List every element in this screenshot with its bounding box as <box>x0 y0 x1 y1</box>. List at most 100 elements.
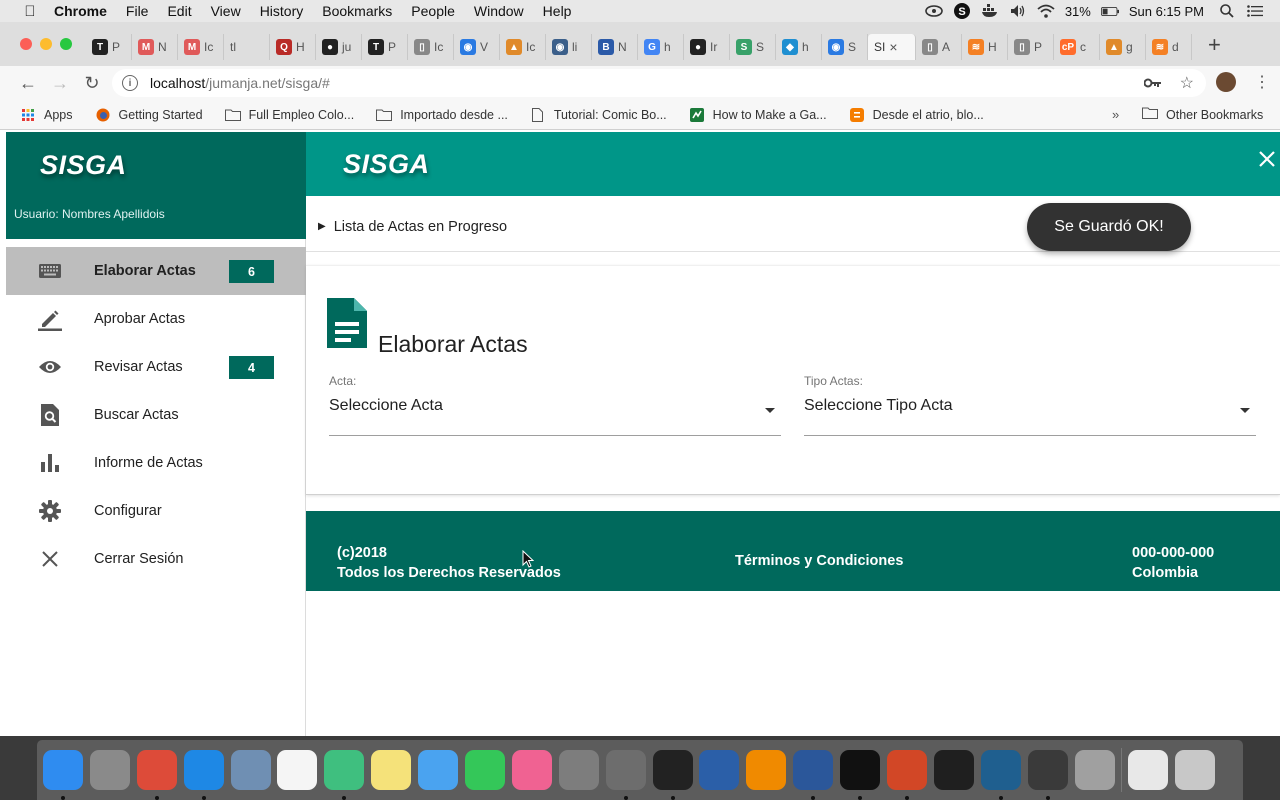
browser-tab[interactable]: ▲ g <box>1100 34 1146 60</box>
dock-terminal-icon[interactable] <box>840 750 881 800</box>
dock-itunes-icon[interactable] <box>511 750 552 790</box>
bookmark-star-icon[interactable]: ☆ <box>1180 73 1194 93</box>
sidebar-item-revisar-actas[interactable]: Revisar Actas 4 <box>6 343 306 391</box>
bookmark-how-to-make[interactable]: How to Make a Ga... <box>689 107 827 122</box>
dock-powerpoint-icon[interactable] <box>887 750 928 800</box>
browser-tab[interactable]: ▯ Ic <box>408 34 454 60</box>
window-minimize-button[interactable] <box>40 38 52 50</box>
menu-file[interactable]: File <box>126 3 149 19</box>
sidebar-item-cerrar-sesion[interactable]: Cerrar Sesión <box>6 535 306 583</box>
dock-vlc-icon[interactable] <box>746 750 787 790</box>
menubar-clock[interactable]: Sun 6:15 PM <box>1129 4 1204 19</box>
skype-status-icon[interactable]: S <box>953 3 971 19</box>
tab-close-icon[interactable]: × <box>889 39 897 55</box>
browser-tab[interactable]: ▲ Ic <box>500 34 546 60</box>
browser-tab[interactable]: ◉ li <box>546 34 592 60</box>
menu-help[interactable]: Help <box>543 3 572 19</box>
dock-sourcetree-icon[interactable] <box>699 750 740 790</box>
sidebar-item-configurar[interactable]: Configurar <box>6 487 306 535</box>
window-zoom-button[interactable] <box>60 38 72 50</box>
browser-tab[interactable]: QH <box>270 34 316 60</box>
menu-people[interactable]: People <box>411 3 455 19</box>
browser-tab[interactable]: ▯ P <box>1008 34 1054 60</box>
address-bar[interactable]: i localhost/jumanja.net/sisga/# ☆ <box>112 69 1206 97</box>
menu-app-chrome[interactable]: Chrome <box>54 3 107 19</box>
browser-tab[interactable]: ● Ir <box>684 34 730 60</box>
bookmark-apps[interactable]: Apps <box>20 108 73 122</box>
dock-safari-icon[interactable] <box>183 750 224 800</box>
dock-mysql-workbench-icon[interactable] <box>980 750 1021 800</box>
dock-trash-icon[interactable] <box>1175 750 1216 790</box>
browser-tab[interactable]: ● ju <box>316 34 362 60</box>
browser-tab[interactable]: ◉ V <box>454 34 500 60</box>
browser-tab[interactable]: ◉ S <box>822 34 868 60</box>
dock-atom-icon[interactable] <box>324 750 365 800</box>
sidebar-item-aprobar-actas[interactable]: Aprobar Actas <box>6 295 306 343</box>
chrome-menu-icon[interactable]: ⋮ <box>1254 72 1270 92</box>
menu-bookmarks[interactable]: Bookmarks <box>322 3 392 19</box>
dock-photos-icon[interactable] <box>1074 750 1115 790</box>
sidebar-item-informe-de-actas[interactable]: Informe de Actas <box>6 439 306 487</box>
dock-launchpad-icon[interactable] <box>89 750 130 790</box>
close-icon[interactable] <box>1258 150 1278 170</box>
reload-icon[interactable]: ↻ <box>82 73 102 93</box>
new-tab-button[interactable]: + <box>1208 32 1221 58</box>
browser-tab[interactable]: MN <box>132 34 178 60</box>
browser-tab[interactable]: SS <box>730 34 776 60</box>
bookmark-other-bookmarks[interactable]: Other Bookmarks <box>1142 107 1263 122</box>
creative-cloud-icon[interactable] <box>925 4 943 18</box>
dock-facetime-icon[interactable] <box>465 750 506 790</box>
back-arrow-icon[interactable]: ← <box>18 73 38 93</box>
dock-finder-icon[interactable] <box>43 750 83 800</box>
battery-icon[interactable] <box>1100 4 1119 18</box>
bookmark-tutorial-comic[interactable]: Tutorial: Comic Bo... <box>530 107 667 122</box>
key-icon[interactable] <box>1143 75 1162 91</box>
browser-tab[interactable]: ≋ H <box>962 34 1008 60</box>
window-close-button[interactable] <box>20 38 32 50</box>
wifi-icon[interactable] <box>1037 4 1055 18</box>
forward-arrow-icon[interactable]: → <box>50 73 70 93</box>
tipo-acta-select[interactable]: Tipo Actas: Seleccione Tipo Acta <box>804 374 1256 436</box>
browser-tab[interactable]: ▯ A <box>916 34 962 60</box>
dock-inkscape-icon[interactable] <box>652 750 693 800</box>
bookmark-full-empleo[interactable]: Full Empleo Colo... <box>224 108 354 122</box>
apple-icon[interactable]:  <box>20 3 40 20</box>
browser-tab[interactable]: TP <box>362 34 408 60</box>
dock-messages-icon[interactable] <box>418 750 459 790</box>
browser-tab[interactable]: M Ic <box>178 34 224 60</box>
docker-icon[interactable] <box>981 4 999 18</box>
volume-icon[interactable] <box>1009 4 1027 18</box>
acta-select[interactable]: Acta: Seleccione Acta <box>329 374 781 436</box>
dock-activity-monitor-icon[interactable] <box>933 750 974 790</box>
bookmark-importado[interactable]: Importado desde ... <box>376 108 508 122</box>
dock-system-preferences-icon[interactable] <box>558 750 599 790</box>
browser-tab[interactable]: Gh <box>638 34 684 60</box>
dock-chrome-icon[interactable] <box>136 750 177 800</box>
menu-view[interactable]: View <box>211 3 241 19</box>
dock-xquartz-icon[interactable] <box>1027 750 1068 800</box>
spotlight-search-icon[interactable] <box>1218 4 1236 18</box>
sidebar-item-elaborar-actas[interactable]: Elaborar Actas 6 <box>6 247 306 295</box>
bookmarks-overflow-chevron-icon[interactable]: » <box>1112 107 1119 122</box>
profile-avatar[interactable] <box>1216 72 1236 92</box>
menu-edit[interactable]: Edit <box>167 3 191 19</box>
browser-tab[interactable]: BN <box>592 34 638 60</box>
browser-tab[interactable]: cP c <box>1054 34 1100 60</box>
dock-document-icon[interactable] <box>1128 750 1169 790</box>
browser-tab[interactable]: TP <box>86 34 132 60</box>
terms-link[interactable]: Términos y Condiciones <box>735 553 903 569</box>
bookmark-getting-started[interactable]: Getting Started <box>95 108 203 122</box>
tab-active[interactable]: SI × <box>868 34 916 60</box>
dock-gimp-icon[interactable] <box>605 750 646 800</box>
notification-center-icon[interactable] <box>1246 4 1264 18</box>
site-info-icon[interactable]: i <box>122 75 138 91</box>
bookmark-desde-el-atrio[interactable]: Desde el atrio, blo... <box>849 107 984 122</box>
dock-calendar-icon[interactable] <box>277 750 318 790</box>
browser-tab[interactable]: tl <box>224 34 270 60</box>
menu-window[interactable]: Window <box>474 3 524 19</box>
browser-tab[interactable]: ◆ h <box>776 34 822 60</box>
dock-word-icon[interactable] <box>793 750 834 800</box>
dock-preview-eagle-icon[interactable] <box>230 750 271 790</box>
browser-tab[interactable]: ≋ d <box>1146 34 1192 60</box>
menu-history[interactable]: History <box>260 3 304 19</box>
